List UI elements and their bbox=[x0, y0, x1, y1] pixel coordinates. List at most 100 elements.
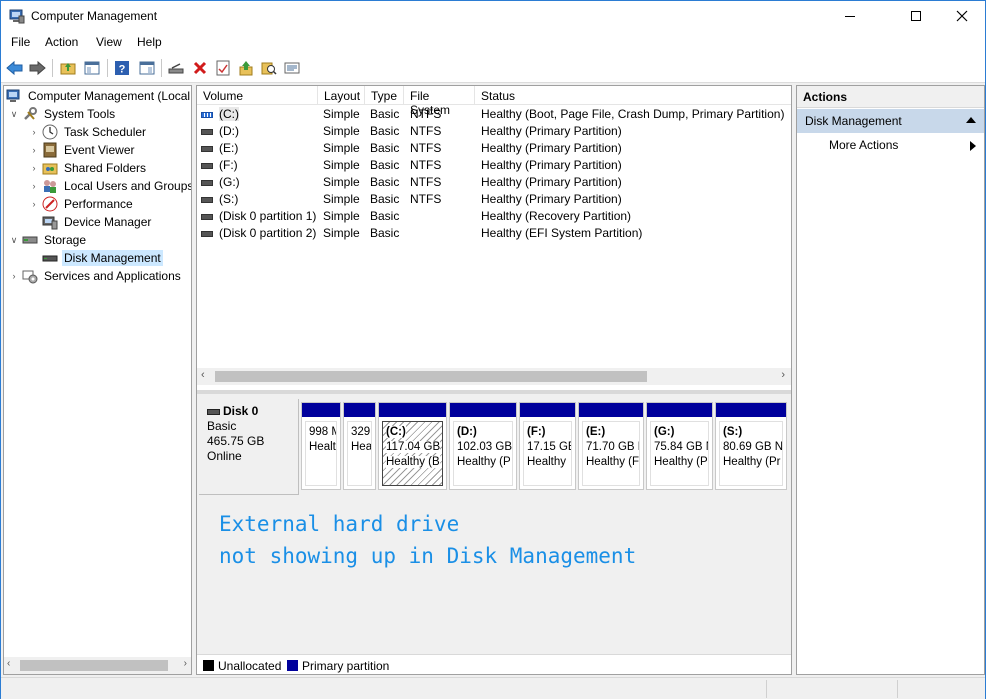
tree-item-local-users-and-groups[interactable]: › Local Users and Groups bbox=[28, 177, 191, 195]
scrollbar-thumb[interactable] bbox=[20, 660, 168, 671]
actions-section-disk-management[interactable]: Disk Management bbox=[797, 109, 984, 133]
partition-block[interactable]: (C:) 117.04 GB Healthy (B bbox=[378, 402, 447, 490]
menu-view[interactable]: View bbox=[96, 35, 122, 49]
partition-block[interactable]: (E:) 71.70 GB N Healthy (F bbox=[578, 402, 644, 490]
help-button[interactable]: ? bbox=[113, 59, 131, 77]
table-row[interactable]: (E:) Simple Basic NTFS Healthy (Primary Part… bbox=[197, 140, 791, 157]
close-button[interactable] bbox=[939, 1, 985, 31]
show-action-pane-button[interactable] bbox=[138, 59, 156, 77]
collapse-chevron-icon[interactable]: ∨ bbox=[8, 109, 20, 120]
partition-type-bar bbox=[379, 403, 446, 417]
cell-status: Healthy (Primary Partition) bbox=[481, 141, 622, 155]
menu-help[interactable]: Help bbox=[137, 35, 162, 49]
clock-icon bbox=[42, 124, 58, 140]
tree-item-storage[interactable]: ∨ Storage bbox=[8, 231, 88, 249]
section-label: Disk Management bbox=[805, 114, 902, 128]
collapse-chevron-icon[interactable]: ∨ bbox=[8, 235, 20, 246]
menu-bar: File Action View Help bbox=[1, 31, 985, 53]
partition-type-bar bbox=[450, 403, 516, 417]
partition-status: Hea bbox=[351, 441, 372, 453]
table-row[interactable]: (Disk 0 partition 1) Simple Basic Healthy (… bbox=[197, 208, 791, 225]
scrollbar-thumb[interactable] bbox=[215, 371, 647, 382]
column-volume[interactable]: Volume bbox=[197, 86, 318, 105]
tree-item-disk-management[interactable]: Disk Management bbox=[28, 249, 163, 267]
expand-chevron-icon[interactable]: › bbox=[28, 127, 40, 137]
expand-chevron-icon[interactable]: › bbox=[28, 181, 40, 191]
cell-type: Basic bbox=[370, 209, 400, 223]
minimize-button[interactable] bbox=[827, 1, 873, 31]
scroll-right-icon[interactable]: › bbox=[781, 369, 785, 381]
properties-button[interactable] bbox=[214, 59, 232, 77]
computer-icon bbox=[6, 89, 20, 102]
tree-horizontal-scrollbar[interactable]: ‹ › bbox=[4, 657, 191, 674]
expand-chevron-icon[interactable]: › bbox=[28, 199, 40, 209]
partition-info: 998 M Healt bbox=[305, 421, 337, 486]
table-row[interactable]: (D:) Simple Basic NTFS Healthy (Primary Part… bbox=[197, 123, 791, 140]
menu-action[interactable]: Action bbox=[45, 35, 78, 49]
forward-button[interactable] bbox=[28, 59, 46, 77]
tree-item-services-and-applications[interactable]: › Services and Applications bbox=[8, 267, 183, 285]
partition-status: Healthy bbox=[527, 456, 566, 468]
search-button[interactable] bbox=[260, 59, 278, 77]
collapse-up-icon[interactable] bbox=[966, 117, 976, 123]
cell-fs: NTFS bbox=[410, 158, 442, 172]
maximize-button[interactable] bbox=[893, 1, 939, 31]
show-hide-tree-button[interactable] bbox=[83, 59, 101, 77]
details-button[interactable] bbox=[283, 59, 301, 77]
scroll-left-icon[interactable]: ‹ bbox=[201, 369, 205, 381]
delete-button[interactable] bbox=[191, 59, 209, 77]
connect-button[interactable] bbox=[167, 59, 185, 77]
tree-item-event-viewer[interactable]: › Event Viewer bbox=[28, 141, 136, 159]
tree-item-device-manager[interactable]: Device Manager bbox=[28, 213, 153, 231]
table-row[interactable]: (Disk 0 partition 2) Simple Basic Healthy (… bbox=[197, 225, 791, 242]
partition-size: 102.03 GB bbox=[457, 441, 512, 453]
tree-item-computer-management[interactable]: Computer Management (Local bbox=[6, 87, 191, 105]
volume-list-header: Volume Layout Type File System Status bbox=[197, 86, 791, 117]
partition-status: Healt bbox=[309, 441, 336, 453]
volume-list-horizontal-scrollbar[interactable]: ‹ › bbox=[197, 368, 791, 385]
help-icon: ? bbox=[115, 61, 129, 76]
disk-0-label[interactable]: Disk 0 Basic 465.75 GB Online bbox=[199, 399, 299, 495]
expand-chevron-icon[interactable]: › bbox=[28, 163, 40, 173]
volume-icon bbox=[201, 145, 213, 152]
table-row[interactable]: (S:) Simple Basic NTFS Healthy (Primary Part… bbox=[197, 191, 791, 208]
table-row[interactable]: (C:) Simple Basic NTFS Healthy (Boot, Page F… bbox=[197, 106, 791, 123]
partition-block[interactable]: (F:) 17.15 GE Healthy bbox=[519, 402, 576, 490]
tree-item-performance[interactable]: › Performance bbox=[28, 195, 135, 213]
cell-status: Healthy (Primary Partition) bbox=[481, 124, 622, 138]
partition-block[interactable]: (D:) 102.03 GB Healthy (P bbox=[449, 402, 517, 490]
expand-chevron-icon[interactable]: › bbox=[8, 271, 20, 281]
tree-item-system-tools[interactable]: ∨ System Tools bbox=[8, 105, 117, 123]
tree-item-task-scheduler[interactable]: › Task Scheduler bbox=[28, 123, 148, 141]
more-actions-item[interactable]: More Actions bbox=[829, 138, 898, 152]
partition-size: 998 M bbox=[309, 426, 336, 438]
column-status[interactable]: Status bbox=[475, 86, 791, 105]
menu-file[interactable]: File bbox=[11, 35, 30, 49]
partition-block[interactable]: (S:) 80.69 GB N Healthy (Pr bbox=[715, 402, 787, 490]
volume-name: (F:) bbox=[219, 158, 238, 172]
scroll-right-icon[interactable]: › bbox=[184, 658, 187, 669]
table-row[interactable]: (F:) Simple Basic NTFS Healthy (Primary Part… bbox=[197, 157, 791, 174]
tree-item-shared-folders[interactable]: › Shared Folders bbox=[28, 159, 148, 177]
partition-block[interactable]: 998 M Healt bbox=[301, 402, 341, 490]
cell-volume: (E:) bbox=[201, 141, 238, 155]
cell-status: Healthy (Primary Partition) bbox=[481, 192, 622, 206]
toolbar: ? bbox=[1, 53, 985, 83]
import-button[interactable] bbox=[237, 59, 255, 77]
partition-block[interactable]: 329 Hea bbox=[343, 402, 376, 490]
table-row[interactable]: (G:) Simple Basic NTFS Healthy (Primary Part… bbox=[197, 174, 791, 191]
partition-name: (C:) bbox=[386, 426, 406, 438]
back-button[interactable] bbox=[6, 59, 24, 77]
column-layout[interactable]: Layout bbox=[318, 86, 365, 105]
forward-icon bbox=[29, 60, 46, 76]
partition-info: (F:) 17.15 GE Healthy bbox=[523, 421, 572, 486]
svg-text:?: ? bbox=[119, 64, 126, 76]
up-folder-button[interactable] bbox=[59, 59, 77, 77]
legend: Unallocated Primary partition bbox=[197, 654, 791, 674]
cell-layout: Simple bbox=[323, 226, 360, 240]
column-file-system[interactable]: File System bbox=[404, 86, 475, 117]
expand-chevron-icon[interactable]: › bbox=[28, 145, 40, 155]
scroll-left-icon[interactable]: ‹ bbox=[7, 658, 10, 669]
partition-block[interactable]: (G:) 75.84 GB N Healthy (P bbox=[646, 402, 713, 490]
column-type[interactable]: Type bbox=[365, 86, 404, 105]
